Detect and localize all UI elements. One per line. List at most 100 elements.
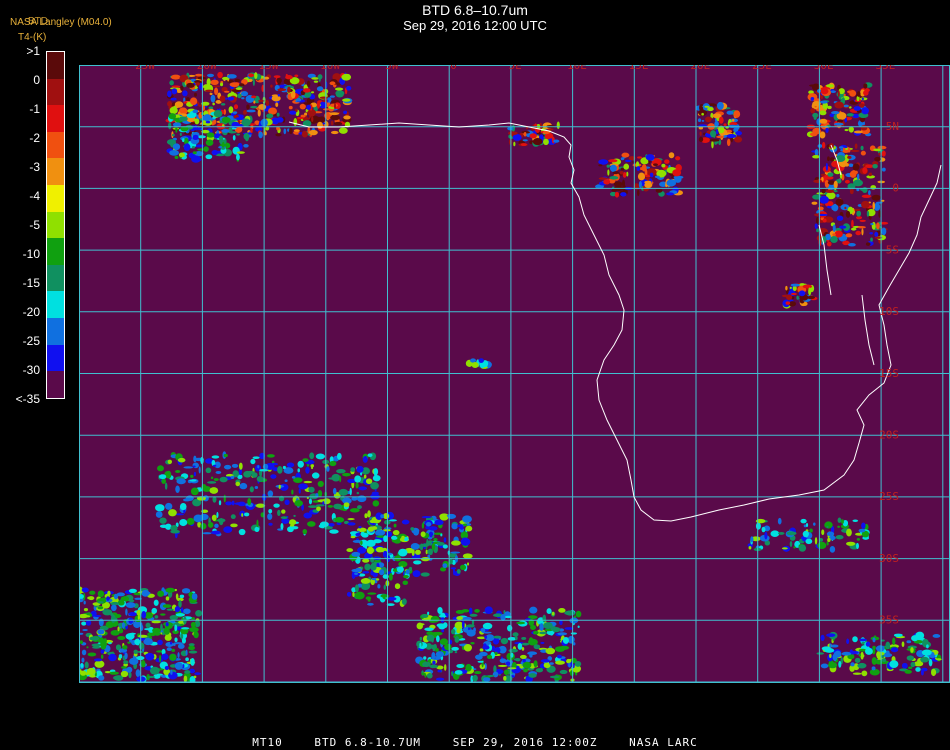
cloud-pixel [461,620,465,629]
cloud-pixel [221,116,231,124]
cloud-pixel [120,670,129,678]
cloud-pixel [221,129,230,133]
cloud-pixel [612,171,619,175]
cloud-pixel [796,295,799,300]
cloud-pixel [872,164,878,169]
latitude-label: 35S [879,614,899,627]
cloud-pixel [636,166,641,172]
colorbar-segment [47,344,64,372]
cloud-pixel [311,472,320,479]
cloud-pixel [224,90,230,93]
cloud-pixel [421,614,429,619]
cloud-pixel [852,163,860,171]
cloud-pixel [382,550,388,558]
cloud-pixel [293,129,300,132]
cloud-pixel [734,136,743,143]
cloud-pixel [291,526,299,530]
colorbar-label: -1 [29,102,40,116]
cloud-pixel [786,294,793,301]
cloud-pixel [316,86,324,92]
cloud-pixel [329,95,335,98]
map-title: BTD 6.8–10.7um [422,2,528,18]
cloud-pixel [857,226,866,229]
longitude-label: 5E [509,65,522,72]
cloud-pixel [264,131,267,136]
cloud-pixel [178,116,188,122]
cloud-pixel [873,148,882,152]
longitude-label: 15E [629,65,649,72]
cloud-pixel [465,525,473,532]
cloud-pixel [208,106,214,110]
cloud-pixel [413,560,422,565]
cloud-pixel [346,548,354,553]
cloud-pixel [623,163,630,170]
cloud-pixel [863,83,868,89]
cloud-pixel [828,662,838,669]
cloud-pixel [472,674,478,682]
cloud-pixel [252,456,260,459]
cloud-pixel [825,162,829,171]
cloud-pixel [619,171,624,175]
cloud-pixel [497,664,508,667]
cloud-pixel [847,155,852,159]
cloud-pixel [188,650,198,654]
cloud-pixel [231,500,235,506]
colorbar-segment [47,131,64,159]
cloud-pixel [824,521,833,529]
cloud-pixel [205,139,214,146]
cloud-pixel [232,134,236,141]
cloud-pixel [189,479,197,482]
cloud-pixel [609,164,617,172]
cloud-pixel [81,587,89,593]
cloud-pixel [168,671,178,680]
cloud-pixel [219,476,228,483]
cloud-pixel [179,594,185,599]
cloud-pixel [827,537,831,542]
cloud-pixel [247,497,252,506]
cloud-pixel [129,599,135,603]
cloud-pixel [889,660,899,668]
cloud-pixel [522,661,532,669]
cloud-pixel [81,621,87,626]
cloud-pixel [425,521,432,527]
cloud-pixel [825,84,835,88]
cloud-pixel [223,526,233,534]
cloud-pixel [434,519,444,526]
cloud-pixel [920,656,929,663]
cloud-pixel [86,615,91,618]
cloud-pixel [254,72,258,80]
cloud-pixel [164,666,169,671]
cloud-pixel [789,286,792,290]
cloud-pixel [865,647,873,655]
cloud-pixel [820,634,825,641]
cloud-pixel [360,540,363,545]
cloud-pixel [268,508,273,514]
cloud-pixel [306,80,311,88]
cloud-pixel [206,132,215,138]
cloud-pixel [850,227,857,231]
cloud-pixel [238,528,246,536]
cloud-pixel [789,541,793,548]
cloud-pixel [86,667,96,676]
cloud-pixel [932,634,941,638]
cloud-pixel [207,481,217,484]
cloud-pixel [212,102,215,106]
cloud-pixel [273,503,280,508]
cloud-pixel [430,615,440,623]
cloud-pixel [850,149,860,153]
cloud-pixel [160,613,166,616]
colorbar-label: <-35 [15,392,40,406]
cloud-pixel [183,143,191,152]
cloud-pixel [241,97,245,100]
cloud-pixel [121,666,127,669]
cloud-pixel [474,671,482,675]
cloud-pixel [545,647,556,655]
colorbar-label: -4 [29,189,40,203]
cloud-pixel [199,513,209,521]
cloud-pixel [210,476,214,480]
cloud-pixel [346,85,352,91]
cloud-pixel [885,641,891,650]
cloud-pixel [848,163,854,168]
cloud-pixel [93,614,102,618]
cloud-pixel [817,144,823,148]
